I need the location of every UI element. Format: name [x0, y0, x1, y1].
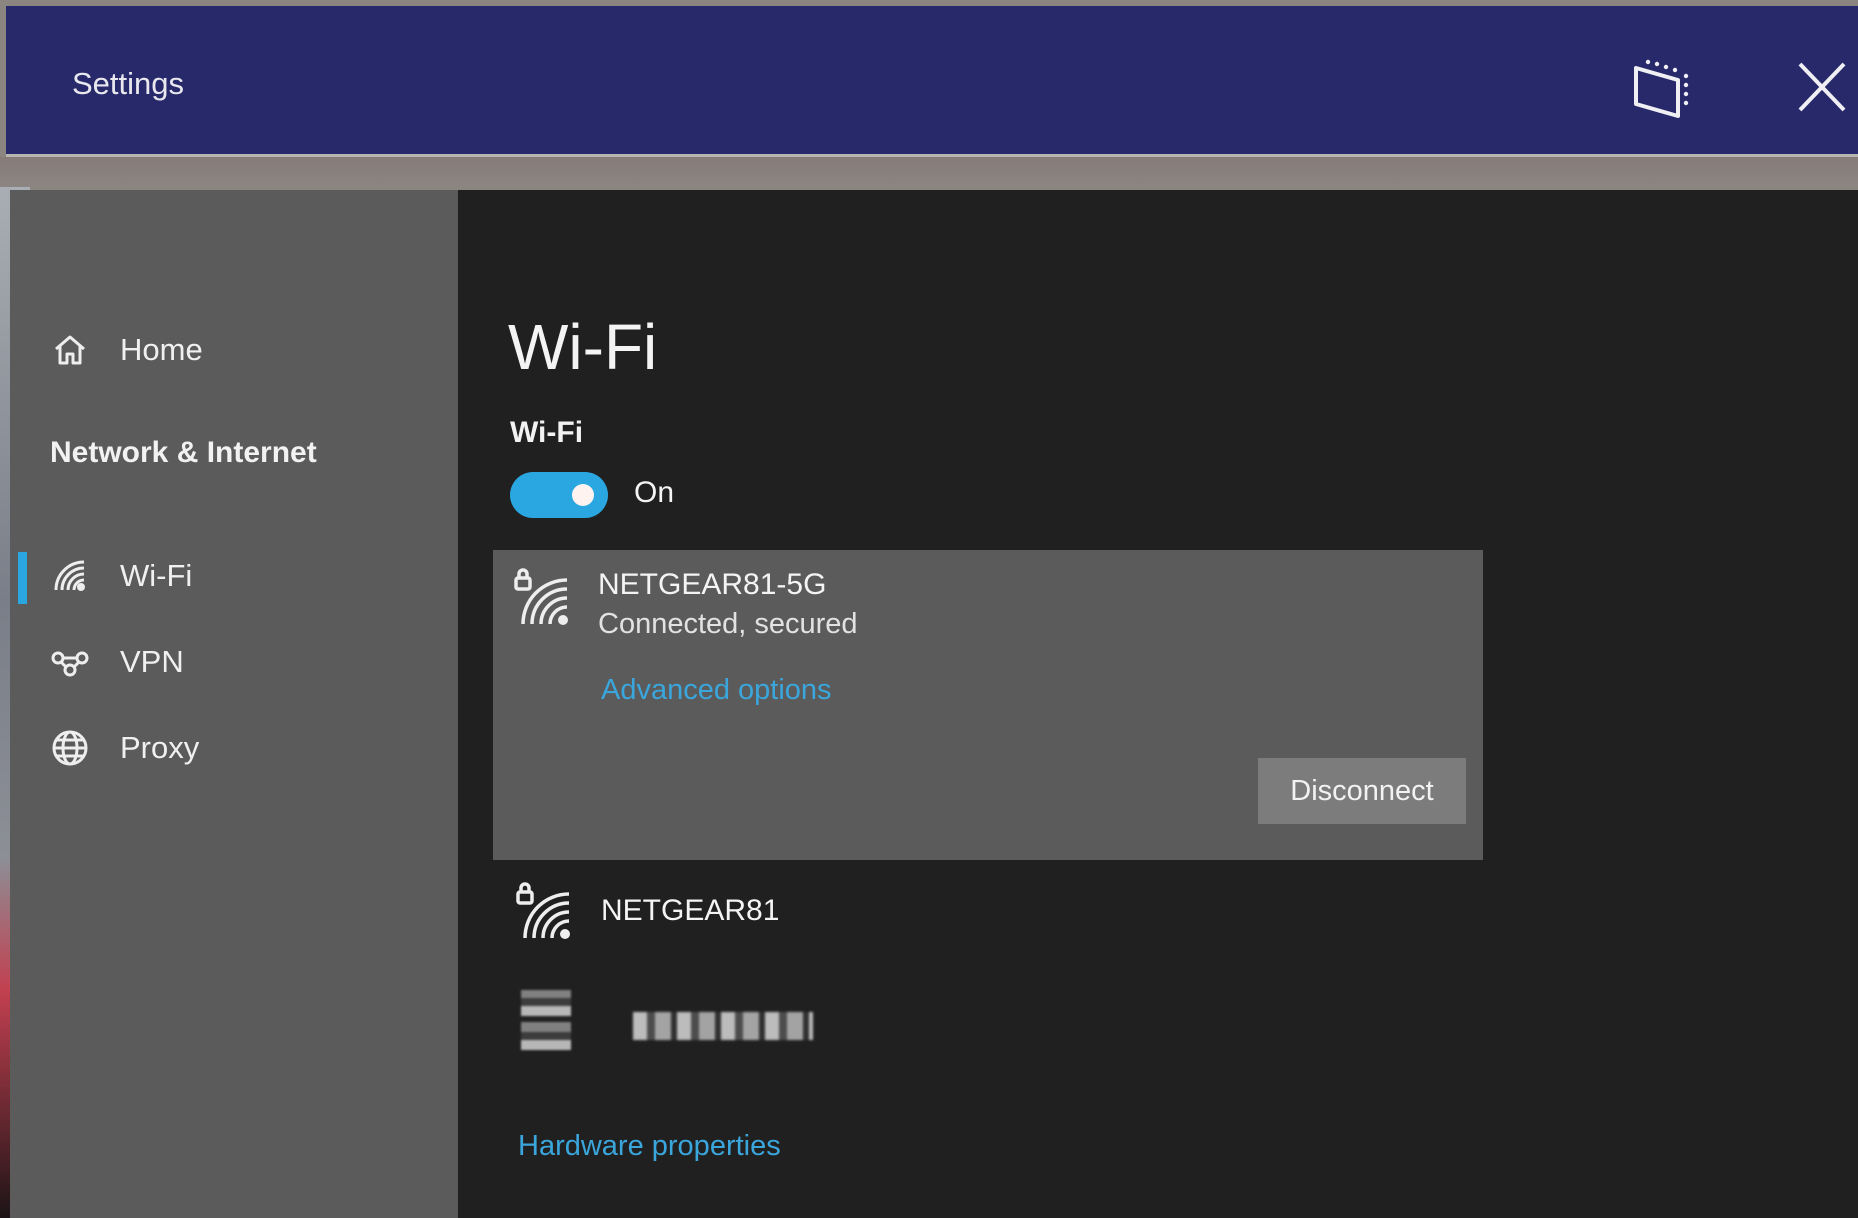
- wifi-toggle-label: Wi-Fi: [510, 416, 584, 449]
- sidebar: Home Network & Internet Wi-Fi VPN Proxy: [10, 190, 470, 1218]
- sidebar-item-proxy[interactable]: Proxy: [50, 728, 199, 768]
- sidebar-item-label: Proxy: [120, 730, 200, 765]
- vpn-icon: [50, 642, 90, 682]
- network-name: NETGEAR81: [601, 894, 780, 927]
- window-frame-gap: [0, 157, 1858, 187]
- wifi-toggle[interactable]: [510, 472, 608, 518]
- page-title: Wi-Fi: [508, 311, 658, 383]
- snap-window-button[interactable]: [1628, 54, 1698, 122]
- wifi-toggle-state: On: [634, 476, 675, 509]
- network-item-connected[interactable]: NETGEAR81-5G Connected, secured Advanced…: [493, 550, 1483, 860]
- hardware-properties-link[interactable]: Hardware properties: [518, 1130, 781, 1163]
- sidebar-item-vpn[interactable]: VPN: [50, 642, 184, 682]
- sidebar-item-home[interactable]: Home: [50, 330, 203, 370]
- secured-wifi-icon: [513, 568, 573, 628]
- title-bar: Settings: [6, 6, 1858, 157]
- advanced-options-link[interactable]: Advanced options: [601, 674, 832, 707]
- close-button[interactable]: [1786, 54, 1856, 122]
- sidebar-item-label: Home: [120, 332, 203, 367]
- redacted-network-name: [633, 1012, 813, 1040]
- disconnect-button[interactable]: Disconnect: [1258, 758, 1466, 824]
- globe-icon: [50, 728, 90, 768]
- redacted-wifi-icon: [521, 990, 571, 1050]
- network-status: Connected, secured: [598, 608, 858, 640]
- section-title: Network & Internet: [50, 436, 317, 469]
- active-indicator: [18, 552, 27, 604]
- sidebar-item-wifi[interactable]: Wi-Fi: [50, 556, 192, 596]
- secured-wifi-icon: [515, 882, 575, 942]
- sidebar-item-label: Wi-Fi: [120, 558, 193, 593]
- network-item[interactable]: NETGEAR81: [493, 868, 1483, 958]
- sidebar-item-label: VPN: [120, 644, 184, 679]
- network-item-redacted[interactable]: [493, 980, 1483, 1070]
- close-icon: [1798, 62, 1846, 112]
- toggle-knob: [572, 484, 594, 506]
- wifi-icon: [50, 556, 90, 596]
- main-content: Wi-Fi Wi-Fi On NETGEAR81-5G Connected, s…: [458, 190, 1858, 1218]
- home-icon: [50, 330, 90, 370]
- snap-window-icon: [1634, 59, 1689, 118]
- network-name: NETGEAR81-5G: [598, 568, 827, 601]
- window-title: Settings: [72, 66, 185, 101]
